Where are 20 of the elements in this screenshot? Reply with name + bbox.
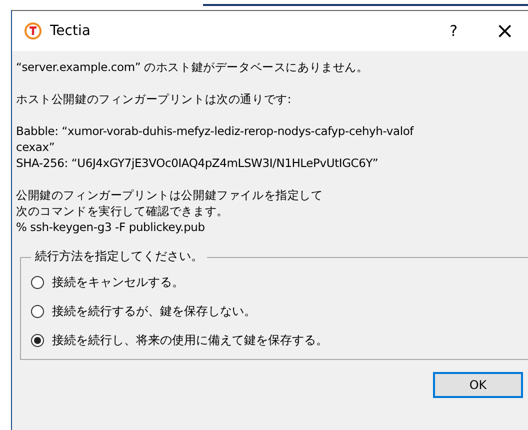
radio-button[interactable] (31, 334, 44, 347)
message-text: 公開鍵のフィンガープリントは公開鍵ファイルを指定して (16, 187, 324, 203)
window-title: Tectia (50, 23, 90, 39)
logo-icon (24, 22, 42, 40)
message-text: “server.example.com” のホスト鍵がデータベースにありません。 (16, 59, 370, 75)
option-label: 接続を続行するが、鍵を保存しない。 (52, 303, 256, 320)
help-button[interactable]: ? (450, 22, 458, 40)
message-text: Babble: “xumor-vorab-duhis-mefyz-lediz-rerop-nodys-cafyp-cehyh-valof (16, 123, 415, 139)
message-text: cexax” (16, 139, 56, 155)
option-label: 接続を続行し、将来の使用に備えて鍵を保存する。 (52, 332, 328, 349)
message-text: SHA-256: “U6J4xGY7jE3VOc0IAQ4pZ4mLSW3I/N1HLePvUtIGC6Y” (16, 155, 380, 171)
message-text: 次のコマンドを実行して確認できます。 (16, 203, 230, 219)
message-text: % ssh-keygen-g3 -F publickey.pub (16, 219, 206, 235)
ok-button[interactable]: OK (433, 372, 523, 398)
group-label: 続行方法を指定してください。 (31, 248, 207, 265)
radio-button[interactable] (31, 305, 44, 318)
radio-button[interactable] (31, 276, 44, 289)
message-text: ホスト公開鍵のフィンガープリントは次の通りです: (16, 91, 292, 107)
option-label: 接続をキャンセルする。 (52, 274, 184, 291)
close-button[interactable]: × (496, 18, 514, 44)
